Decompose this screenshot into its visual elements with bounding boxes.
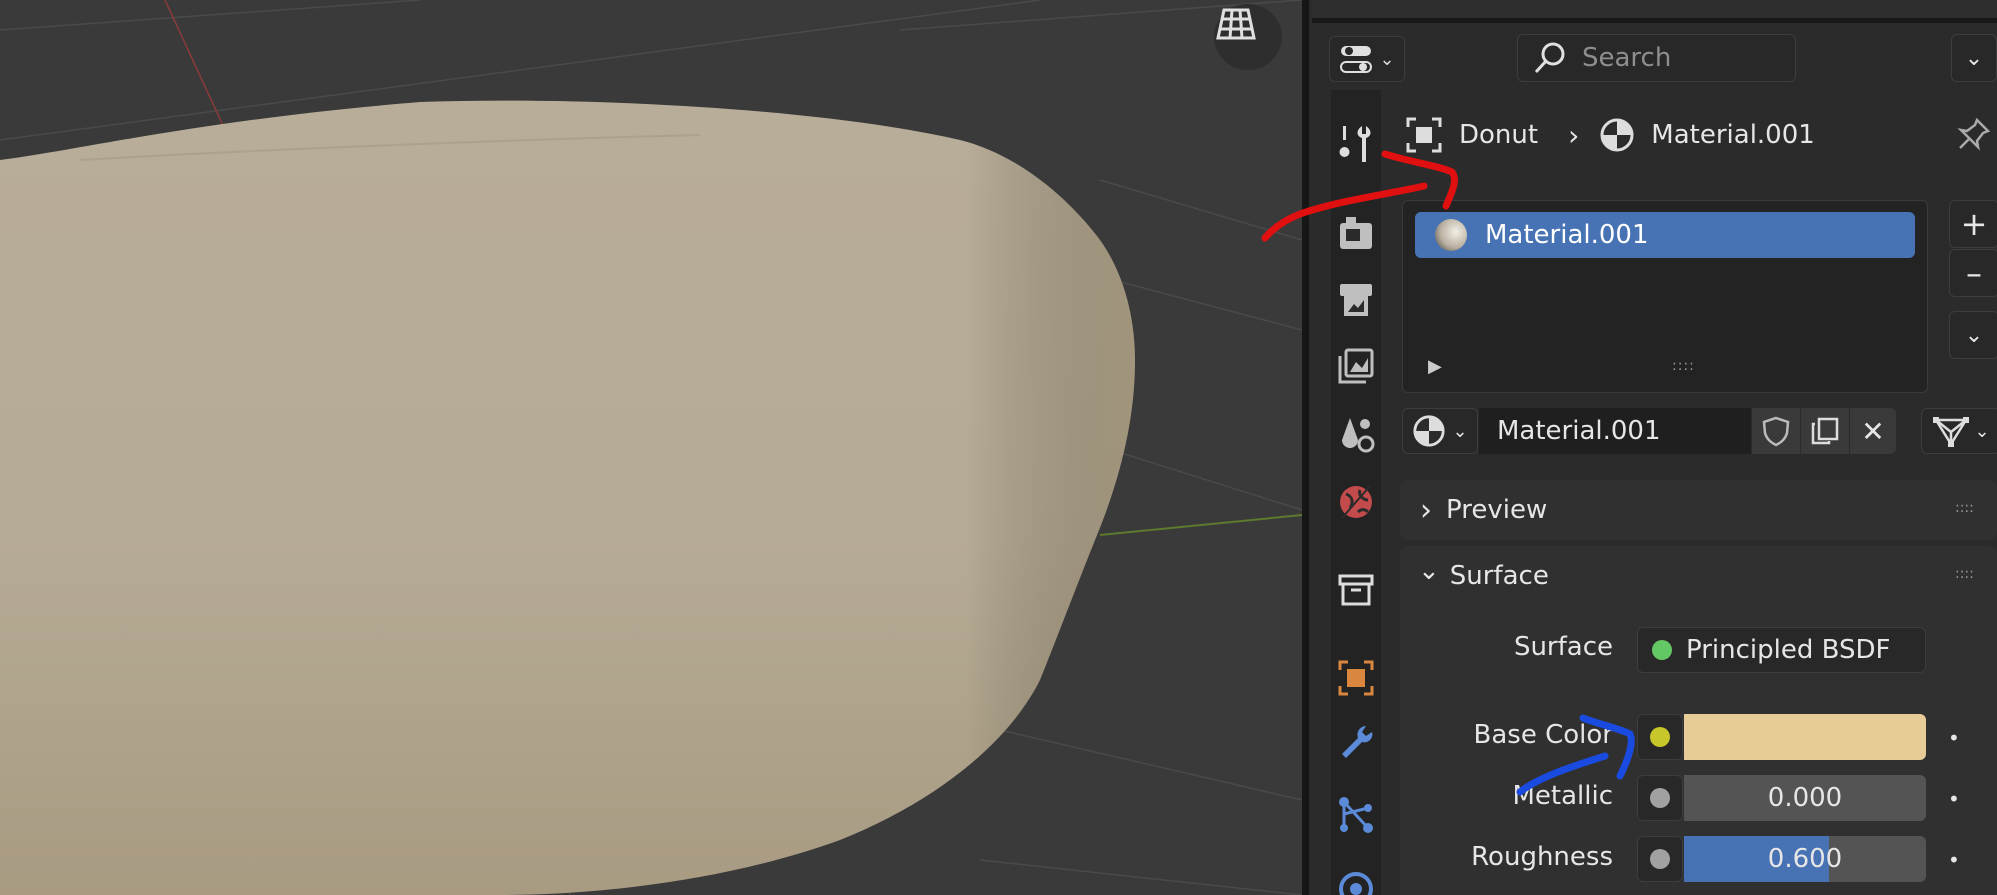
metallic-value: 0.000 — [1767, 783, 1843, 813]
world-icon — [1340, 485, 1372, 519]
grid-view-toggle-button[interactable] — [1214, 4, 1282, 70]
view-layer-icon — [1338, 348, 1374, 384]
tab-output[interactable] — [1331, 272, 1381, 328]
material-name-field[interactable]: Material.001 — [1479, 408, 1751, 454]
list-expand-button[interactable]: ▶ — [1428, 356, 1442, 377]
keyframe-dot[interactable]: • — [1948, 726, 1960, 750]
material-slot-label: Material.001 — [1485, 220, 1649, 250]
breadcrumb-material: Material.001 — [1651, 120, 1815, 150]
pin-icon — [1957, 117, 1991, 151]
tool-icon — [1339, 126, 1371, 162]
tab-render[interactable] — [1331, 205, 1381, 261]
object-icon — [1338, 660, 1374, 696]
panel-drag-handle[interactable]: :::: — [1955, 500, 1974, 516]
browse-material-button[interactable]: ⌄ — [1402, 408, 1478, 454]
tab-modifiers[interactable] — [1331, 714, 1381, 770]
plus-icon: + — [1960, 205, 1988, 243]
tab-physics[interactable] — [1331, 860, 1381, 895]
search-placeholder: Search — [1582, 43, 1672, 73]
preview-panel-label: Preview — [1446, 495, 1548, 525]
slot-specials-button[interactable]: ⌄ — [1949, 311, 1997, 359]
unlink-material-button[interactable]: ✕ — [1850, 408, 1896, 454]
shader-socket-icon — [1652, 640, 1672, 660]
scene-icon — [1342, 418, 1375, 453]
tab-tool[interactable] — [1331, 116, 1381, 172]
add-slot-button[interactable]: + — [1949, 200, 1997, 248]
chevron-down-icon: ⌄ — [1964, 45, 1984, 71]
editor-type-button[interactable]: ⌄ — [1329, 36, 1405, 82]
search-input[interactable]: Search — [1517, 34, 1796, 82]
output-icon — [1340, 284, 1372, 316]
link-type-button[interactable]: ⌄ — [1921, 408, 1997, 454]
preview-panel-header[interactable]: › Preview — [1400, 480, 1997, 540]
breadcrumb-object: Donut — [1459, 120, 1539, 150]
fake-user-button[interactable] — [1752, 408, 1800, 454]
viewport-canvas — [0, 0, 1302, 895]
area-separator — [1312, 18, 1997, 23]
chevron-right-icon: › — [1420, 492, 1432, 528]
physics-icon — [1339, 871, 1373, 895]
particles-icon — [1339, 797, 1373, 833]
collection-icon — [1338, 574, 1374, 606]
color-socket-icon — [1650, 727, 1670, 747]
search-icon — [1534, 42, 1565, 74]
roughness-socket-button[interactable] — [1637, 836, 1683, 882]
tab-world[interactable] — [1331, 474, 1381, 530]
pin-button[interactable] — [1954, 114, 1994, 154]
tab-view-layer[interactable] — [1331, 338, 1381, 394]
keyframe-dot[interactable]: • — [1948, 787, 1960, 811]
material-icon — [1600, 118, 1634, 152]
surface-shader-selector[interactable]: Principled BSDF — [1637, 627, 1926, 673]
chevron-down-icon: ⌄ — [1418, 556, 1440, 586]
chevron-down-icon: ⌄ — [1974, 420, 1990, 442]
roughness-label: Roughness — [1471, 842, 1613, 872]
metallic-label: Metallic — [1512, 781, 1613, 811]
base-color-socket-button[interactable] — [1637, 714, 1683, 760]
area-divider[interactable] — [1302, 0, 1309, 895]
value-socket-icon — [1650, 788, 1670, 808]
object-data-icon — [1406, 117, 1442, 153]
render-icon — [1340, 217, 1372, 249]
close-icon: ✕ — [1861, 414, 1885, 448]
list-resize-grip[interactable]: :::: — [1672, 358, 1695, 374]
base-color-label: Base Color — [1473, 720, 1613, 750]
material-sphere-icon — [1435, 219, 1467, 251]
chevron-down-icon: ⌄ — [1379, 48, 1395, 70]
top-area-edge — [1312, 0, 1997, 19]
metallic-slider[interactable]: 0.000 — [1684, 775, 1926, 821]
breadcrumb: Donut › Material.001 — [1405, 112, 1815, 158]
chevron-down-icon: ⌄ — [1964, 322, 1984, 348]
chevron-down-icon: ⌄ — [1452, 420, 1468, 442]
options-dropdown-button[interactable]: ⌄ — [1951, 34, 1997, 82]
remove-slot-button[interactable]: – — [1949, 249, 1997, 297]
panel-drag-handle[interactable]: :::: — [1955, 566, 1974, 582]
material-name: Material.001 — [1497, 416, 1661, 446]
tab-scene[interactable] — [1331, 406, 1381, 462]
tab-object[interactable] — [1331, 650, 1381, 706]
surface-panel-header[interactable]: ⌄ Surface — [1418, 553, 1549, 599]
surface-field-label: Surface — [1513, 632, 1613, 662]
properties-editor-icon — [1340, 46, 1373, 73]
surface-panel-label: Surface — [1449, 561, 1549, 591]
mesh-data-icon — [1933, 417, 1970, 447]
minus-icon: – — [1966, 254, 1982, 292]
material-icon — [1413, 415, 1446, 447]
chevron-right-icon: › — [1568, 118, 1580, 152]
surface-shader-name: Principled BSDF — [1686, 635, 1891, 665]
roughness-slider[interactable]: 0.600 — [1684, 836, 1926, 882]
value-socket-icon — [1650, 849, 1670, 869]
3d-viewport[interactable] — [0, 0, 1302, 895]
grid-icon — [1216, 8, 1256, 40]
tab-collection[interactable] — [1331, 562, 1381, 618]
roughness-value: 0.600 — [1767, 844, 1843, 874]
modifier-icon — [1342, 726, 1373, 758]
list-item[interactable]: Material.001 — [1415, 212, 1915, 258]
tab-particles[interactable] — [1331, 786, 1381, 842]
base-color-swatch[interactable] — [1684, 714, 1926, 760]
duplicate-material-button[interactable] — [1801, 408, 1849, 454]
metallic-socket-button[interactable] — [1637, 775, 1683, 821]
duplicate-icon — [1811, 417, 1839, 445]
keyframe-dot[interactable]: • — [1948, 848, 1960, 872]
shield-icon — [1762, 416, 1790, 447]
